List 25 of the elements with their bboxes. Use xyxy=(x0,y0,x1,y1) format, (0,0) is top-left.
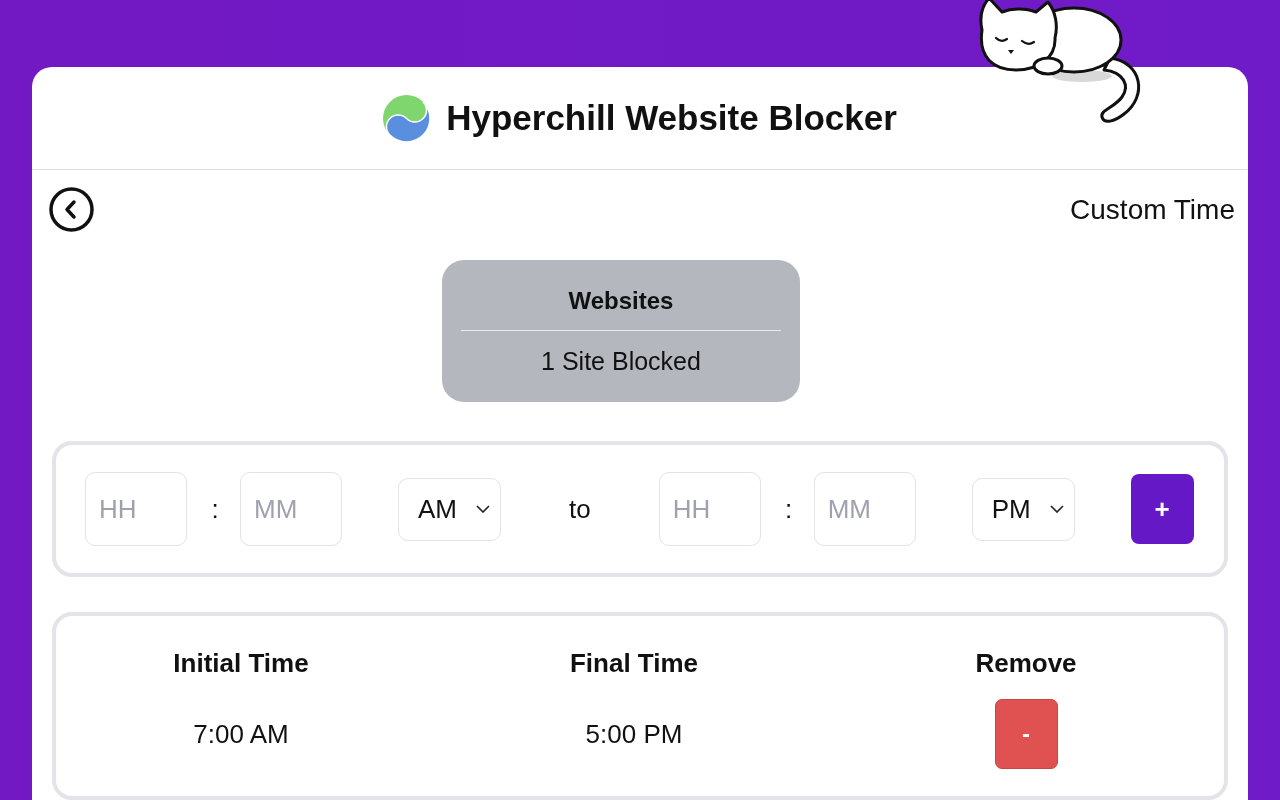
remove-button[interactable]: - xyxy=(994,699,1058,769)
logo-icon xyxy=(383,94,431,142)
app-title: Hyperchill Website Blocker xyxy=(446,98,897,138)
add-button[interactable]: + xyxy=(1130,474,1194,544)
time-separator: : xyxy=(784,494,794,524)
page-title: Custom Time xyxy=(1070,192,1235,227)
column-header: Remove xyxy=(975,648,1077,678)
column-header: Initial Time xyxy=(173,648,309,678)
connector-label: to xyxy=(569,494,591,524)
table-cell: 7:00 AM xyxy=(193,719,289,749)
caret-icon xyxy=(476,505,490,513)
websites-heading: Websites xyxy=(568,287,674,315)
caret-icon xyxy=(1049,505,1064,513)
table-cell: 5:00 PM xyxy=(585,719,683,749)
time-separator: : xyxy=(210,494,220,524)
minute-field[interactable]: MM xyxy=(240,472,342,546)
websites-card[interactable]: Websites 1 Site Blocked xyxy=(442,260,800,402)
hour-field[interactable]: HH xyxy=(85,472,187,546)
blocked-count: 1 Site Blocked xyxy=(541,346,701,376)
period-select[interactable]: PM xyxy=(971,477,1075,541)
period-select[interactable]: AM xyxy=(398,477,501,541)
minute-field[interactable]: MM xyxy=(813,472,916,546)
column-header: Final Time xyxy=(569,648,699,678)
back-icon[interactable] xyxy=(49,187,94,232)
hour-field[interactable]: HH xyxy=(658,472,761,546)
